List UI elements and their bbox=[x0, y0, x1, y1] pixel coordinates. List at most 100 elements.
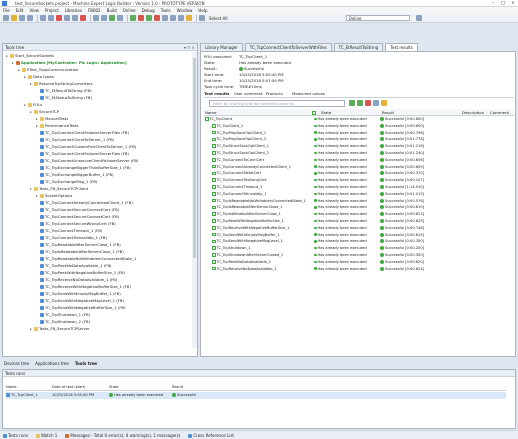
subtab-measured-values[interactable]: Measured values bbox=[292, 91, 325, 96]
col-comment[interactable]: Comment bbox=[490, 109, 509, 116]
tree-item[interactable]: ▸ ETest_TcpIpCommunication bbox=[18, 66, 78, 73]
tab-library-manager[interactable]: Library Manager bbox=[200, 43, 243, 51]
filter-options-icon[interactable] bbox=[373, 100, 379, 106]
result-checkbox-icon[interactable] bbox=[212, 266, 216, 271]
tree-item[interactable]: TC_TcpSendWithNegativeBufferSize_1 (FB) bbox=[36, 304, 126, 311]
table-row[interactable]: TC_TcpIsReadableAfterServerClose_1 Has al… bbox=[204, 204, 514, 210]
table-row[interactable]: TC_TcpClient_1 10/25/2018 5:05:40 PM Has… bbox=[6, 392, 506, 399]
result-checkbox-icon[interactable] bbox=[212, 158, 216, 162]
tree-scrollbar[interactable] bbox=[192, 52, 197, 348]
open-folder-icon[interactable] bbox=[11, 15, 17, 21]
tree-item[interactable]: TC_TcpConnectUnsecureClientFailoverServe… bbox=[36, 157, 138, 164]
tree-item[interactable]: TC_TcpReadableNotWritableInConnectedStat… bbox=[36, 255, 136, 262]
print-icon[interactable] bbox=[27, 15, 33, 21]
table-row[interactable]: TC_TcpReceiveNoDataAvailable_1 Has alread… bbox=[204, 266, 514, 272]
tree-item[interactable]: TC_TcpShutdown_2 (FB) bbox=[36, 318, 90, 325]
step-over-icon[interactable] bbox=[162, 15, 168, 21]
breakpoint-icon[interactable] bbox=[186, 15, 192, 21]
tree-item[interactable]: TC_TcpConnectClientFailoverServerFiles (… bbox=[36, 129, 129, 136]
result-checkbox-icon[interactable] bbox=[212, 171, 216, 176]
online-combo[interactable]: Online bbox=[345, 15, 410, 21]
login-icon[interactable] bbox=[130, 15, 136, 21]
result-checkbox-icon[interactable] bbox=[212, 144, 216, 148]
table-row[interactable]: TC_TcpShutdownAfterServerClosed_1 Has alr… bbox=[204, 252, 514, 258]
rebuild-icon[interactable] bbox=[117, 15, 123, 21]
tab-tc-connect-client[interactable]: TC_TcpConnectClientToServerWithFiles bbox=[244, 43, 332, 51]
tree-item[interactable]: TC_EtStatusToString (FB) bbox=[36, 94, 92, 101]
col-result[interactable]: Result bbox=[382, 109, 394, 116]
subtab-user-comment[interactable]: User comment bbox=[234, 91, 263, 96]
col-description[interactable]: Description bbox=[462, 109, 484, 116]
result-checkbox-icon[interactable] bbox=[212, 124, 216, 128]
table-row[interactable]: TC_TcpConnectToInvalidIp_1 Has already be… bbox=[204, 191, 514, 197]
table-row[interactable]: TC_TcpSendWithEmptyMsgBuffer_1 Has alread… bbox=[204, 232, 514, 238]
runs-col-date[interactable]: Date of test (start) bbox=[52, 384, 86, 390]
tree-item[interactable]: TC_TcpSendWithNegativeMsgLevel_1 (FB) bbox=[36, 297, 124, 304]
select-all-icon[interactable] bbox=[199, 15, 205, 21]
table-row[interactable]: TC_TcpPeekNoDataAvailable_1 Has already b… bbox=[204, 259, 514, 265]
tree-item[interactable]: TC_TcpExchangeBiggerThanBufferSize_1 (FB… bbox=[36, 164, 131, 171]
menu-tools[interactable]: Tools bbox=[161, 8, 171, 13]
result-checkbox-icon[interactable] bbox=[212, 219, 216, 223]
tab-devices-tree[interactable]: Devices tree bbox=[4, 361, 29, 366]
runs-col-result[interactable]: Result bbox=[172, 384, 183, 390]
table-row[interactable]: TC_TcpStructSockOptClient_2 Has already b… bbox=[204, 150, 514, 156]
filter-clear-icon[interactable] bbox=[365, 100, 371, 106]
result-checkbox-icon[interactable] bbox=[212, 130, 216, 135]
result-checkbox-icon[interactable] bbox=[212, 226, 216, 230]
status-tab-tests-runs[interactable]: Tests runs bbox=[3, 433, 28, 438]
result-checkbox-icon[interactable] bbox=[212, 232, 216, 237]
tree-item[interactable]: ▸ ManualTests bbox=[36, 115, 68, 122]
result-checkbox-icon[interactable] bbox=[212, 246, 216, 250]
table-row[interactable]: TC_TcpConnectToConnCert Has already been … bbox=[204, 157, 514, 163]
tree-item[interactable]: TC_TcpConnectTimeout_1 (FB) bbox=[36, 227, 102, 234]
tree-item[interactable]: ▸ SecureTCP bbox=[30, 108, 59, 115]
table-row[interactable]: TC_TcpConnectTimeout_1 Has already been e… bbox=[204, 184, 514, 190]
tab-tc-etresult[interactable]: TC_EtResultToString bbox=[333, 43, 384, 51]
col-state-checkbox[interactable] bbox=[312, 109, 317, 116]
menu-view[interactable]: View bbox=[29, 8, 39, 13]
table-row[interactable]: TC_TcpReceiveWithNegativeBufferSize_1 Has… bbox=[204, 225, 514, 231]
table-row[interactable]: TC_TcpPropSockOptClient_1 Has already bee… bbox=[204, 130, 514, 136]
menu-file[interactable]: File bbox=[3, 8, 10, 13]
redo-icon[interactable] bbox=[48, 15, 54, 21]
tree-item[interactable]: ▸ PerformanceTests bbox=[36, 122, 79, 129]
tree-item[interactable]: TC_TcpSendWithEmptyMsgBuffer_1 (FB) bbox=[36, 290, 121, 297]
table-row[interactable]: TC_TcpPeekWithNegativeBufferSize_1 Has al… bbox=[204, 218, 514, 224]
tree-item[interactable]: TC_TcpExchangeBiggerBuffer_1 (FB) bbox=[36, 171, 114, 178]
runs-col-state[interactable]: State bbox=[109, 384, 119, 390]
status-tab-messages[interactable]: Messages - Total 0 error(s), 0 warning(s… bbox=[65, 433, 180, 438]
tree-item[interactable]: TC_TcpConnectSecureConnectCert (FB) bbox=[36, 213, 119, 220]
tree-item[interactable]: ▸ Application [MyController: Plc Logic: A… bbox=[12, 59, 127, 66]
result-checkbox-icon[interactable] bbox=[212, 198, 216, 203]
tree-item[interactable]: TC_TcpExchangeMsg_1 (FB) bbox=[36, 178, 97, 185]
result-checkbox-icon[interactable] bbox=[212, 205, 216, 210]
tree-item[interactable]: TC_TcpIsReadableAfterServerClose_1 (FB) bbox=[36, 248, 124, 255]
tree-item[interactable]: TC_TcpConnectAlreadyConnectedClient_1 (F… bbox=[36, 199, 133, 206]
menu-edit[interactable]: Edit bbox=[16, 8, 24, 13]
table-row[interactable]: TC_TcpStructSockOptClient_1 Has already b… bbox=[204, 143, 514, 149]
tree-item[interactable]: TC_EtResultToString (FB) bbox=[36, 87, 92, 94]
table-row[interactable]: TC_TcpSendWithNegativeMsgLevel_1 Has alre… bbox=[204, 238, 514, 244]
result-checkbox-icon[interactable] bbox=[212, 178, 216, 182]
minimize-icon[interactable]: – bbox=[488, 0, 498, 7]
tree-item[interactable]: TC_TcpReceiveWithNegativeBufferSize_1 (F… bbox=[36, 283, 131, 290]
tree-item[interactable]: TC_TcpConnectClientFailoverServerFiles (… bbox=[36, 150, 129, 157]
bookmark-icon[interactable] bbox=[101, 15, 107, 21]
result-checkbox-icon[interactable] bbox=[212, 192, 216, 196]
menu-libraries[interactable]: Libraries bbox=[65, 8, 82, 13]
tree-item[interactable]: TC_TcpConnectCustomPortClientToServer_1 … bbox=[36, 143, 136, 150]
build-icon[interactable] bbox=[109, 15, 115, 21]
result-checkbox-icon[interactable] bbox=[212, 164, 216, 169]
select-all-label[interactable]: Select All bbox=[209, 16, 228, 21]
result-checkbox-icon[interactable] bbox=[212, 253, 216, 257]
menu-debug[interactable]: Debug bbox=[142, 8, 155, 13]
tree-item[interactable]: TC_TcpConnectSecureWrongCert (FB) bbox=[36, 220, 116, 227]
cut-icon[interactable] bbox=[56, 15, 62, 21]
table-row[interactable]: TC_TcpConnectToWrongCert Has already been… bbox=[204, 177, 514, 183]
tree-item[interactable]: TC_TcpConnectSecureConnectCert (FB) bbox=[36, 206, 119, 213]
subtab-products[interactable]: Products bbox=[266, 91, 283, 96]
tree-item[interactable]: TC_TcpConnectToInvalidIp_1 (FB) bbox=[36, 234, 107, 241]
tree-item[interactable]: ▸ Tests_FB_SecureTCPServer bbox=[30, 325, 90, 332]
result-checkbox-icon[interactable] bbox=[212, 137, 216, 142]
